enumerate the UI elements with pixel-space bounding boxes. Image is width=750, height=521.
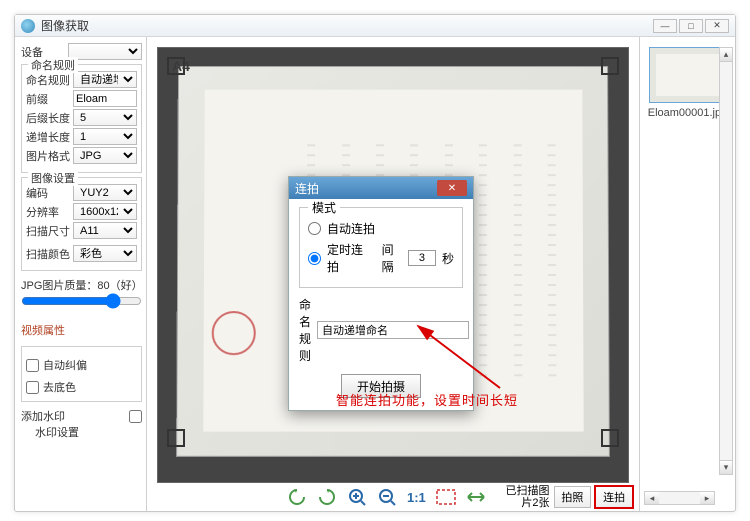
burst-capture-button[interactable]: 连拍 xyxy=(595,486,633,508)
naming-rule-group-title: 命名规则 xyxy=(28,57,78,73)
fit-screen-icon[interactable] xyxy=(436,486,456,508)
increment-length-label: 递增长度 xyxy=(26,129,70,145)
window-maximize-button[interactable]: □ xyxy=(679,19,703,33)
interval-label: 间隔 xyxy=(382,241,402,275)
dialog-titlebar[interactable]: 连拍 ✕ xyxy=(289,177,473,199)
video-properties-link[interactable]: 视频属性 xyxy=(21,322,65,338)
rotate-left-icon[interactable] xyxy=(287,486,307,508)
watermark-settings-link[interactable]: 水印设置 xyxy=(35,424,142,440)
resolution-label: 分辨率 xyxy=(26,204,70,220)
rotate-right-icon[interactable] xyxy=(317,486,337,508)
dialog-title: 连拍 xyxy=(295,180,319,197)
dialog-naming-label: 命名规则 xyxy=(299,296,311,364)
mode-auto-radio[interactable] xyxy=(308,222,321,235)
interval-unit: 秒 xyxy=(442,250,454,267)
prefix-input[interactable] xyxy=(73,90,137,107)
horizontal-scrollbar[interactable]: ◂ ▸ xyxy=(644,491,715,505)
image-format-label: 图片格式 xyxy=(26,148,70,164)
interval-input[interactable] xyxy=(408,250,436,266)
fit-width-icon[interactable] xyxy=(466,486,486,508)
mode-timed-label: 定时连拍 xyxy=(327,241,368,275)
window-minimize-button[interactable]: — xyxy=(653,19,677,33)
mode-group-title: 模式 xyxy=(308,199,340,216)
naming-rule-group: 命名规则 命名规则 自动递增命名 前缀 后缀长度 5 递增长度 1 xyxy=(21,64,142,173)
thumbnail-filename: Eloam00001.jpg xyxy=(644,107,731,119)
window-close-button[interactable]: ✕ xyxy=(705,19,729,33)
window-title: 图像获取 xyxy=(41,17,89,34)
scan-color-select[interactable]: 彩色 xyxy=(73,245,137,262)
image-settings-group-title: 图像设置 xyxy=(28,170,78,186)
bottom-toolbar: 1:1 已扫描图片2张 拍照 连拍 xyxy=(147,483,639,511)
image-format-select[interactable]: JPG xyxy=(73,147,137,164)
page-size-label: A4 xyxy=(172,58,190,74)
jpg-quality-slider[interactable] xyxy=(21,293,142,309)
increment-length-select[interactable]: 1 xyxy=(73,128,137,145)
settings-sidebar: 设备 命名规则 命名规则 自动递增命名 前缀 后缀长度 5 递增长度 xyxy=(15,37,147,511)
zoom-in-icon[interactable] xyxy=(347,486,367,508)
dialog-close-button[interactable]: ✕ xyxy=(437,180,467,196)
remove-background-checkbox[interactable] xyxy=(26,381,39,394)
mode-timed-radio[interactable] xyxy=(308,252,321,265)
suffix-length-label: 后缀长度 xyxy=(26,110,70,126)
encoding-label: 编码 xyxy=(26,185,70,201)
naming-rule-select[interactable]: 自动递增命名 xyxy=(73,71,137,88)
add-watermark-label: 添加水印 xyxy=(21,408,65,424)
mode-group: 模式 自动连拍 定时连拍 间隔 秒 xyxy=(299,207,463,288)
image-settings-group: 图像设置 编码 YUY2 分辨率 1600x1200 扫描尺寸 A11 扫描颜色… xyxy=(21,177,142,271)
scan-size-select[interactable]: A11 xyxy=(73,222,137,239)
thumbnail-item[interactable] xyxy=(649,47,727,103)
vertical-scrollbar[interactable]: ▴ ▾ xyxy=(719,47,733,475)
mode-auto-label: 自动连拍 xyxy=(327,220,375,237)
naming-rule-label: 命名规则 xyxy=(26,72,70,88)
resolution-select[interactable]: 1600x1200 xyxy=(73,203,137,220)
scanned-count-text: 已扫描图片2张 xyxy=(496,485,550,509)
auto-group: 自动纠偏 去底色 xyxy=(21,346,142,402)
add-watermark-checkbox[interactable] xyxy=(129,410,142,423)
jpg-quality-label: JPG图片质量：80（好） xyxy=(21,277,142,293)
thumbnail-panel: Eloam00001.jpg ▴ ▾ ◂ ▸ xyxy=(639,37,735,511)
scroll-left-button[interactable]: ◂ xyxy=(645,492,659,504)
dialog-naming-input[interactable] xyxy=(317,321,469,339)
auto-deskew-checkbox[interactable] xyxy=(26,359,39,372)
device-select[interactable] xyxy=(68,43,142,60)
annotation-text: 智能连拍功能，设置时间长短 xyxy=(336,390,518,409)
one-to-one-icon[interactable]: 1:1 xyxy=(407,486,426,508)
scroll-right-button[interactable]: ▸ xyxy=(700,492,714,504)
burst-dialog: 连拍 ✕ 模式 自动连拍 定时连拍 间隔 秒 命名规则 开始拍摄 xyxy=(288,176,474,411)
scroll-up-button[interactable]: ▴ xyxy=(720,48,732,62)
encoding-select[interactable]: YUY2 xyxy=(73,184,137,201)
auto-deskew-label: 自动纠偏 xyxy=(43,357,87,373)
app-icon xyxy=(21,19,35,33)
scroll-down-button[interactable]: ▾ xyxy=(720,460,732,474)
prefix-label: 前缀 xyxy=(26,91,70,107)
titlebar: 图像获取 — □ ✕ xyxy=(15,15,735,37)
zoom-out-icon[interactable] xyxy=(377,486,397,508)
suffix-length-select[interactable]: 5 xyxy=(73,109,137,126)
scan-size-label: 扫描尺寸 xyxy=(26,223,70,239)
scan-color-label: 扫描颜色 xyxy=(26,246,70,262)
capture-button[interactable]: 拍照 xyxy=(554,486,592,508)
remove-background-label: 去底色 xyxy=(43,379,76,395)
stamp-icon xyxy=(211,311,255,355)
